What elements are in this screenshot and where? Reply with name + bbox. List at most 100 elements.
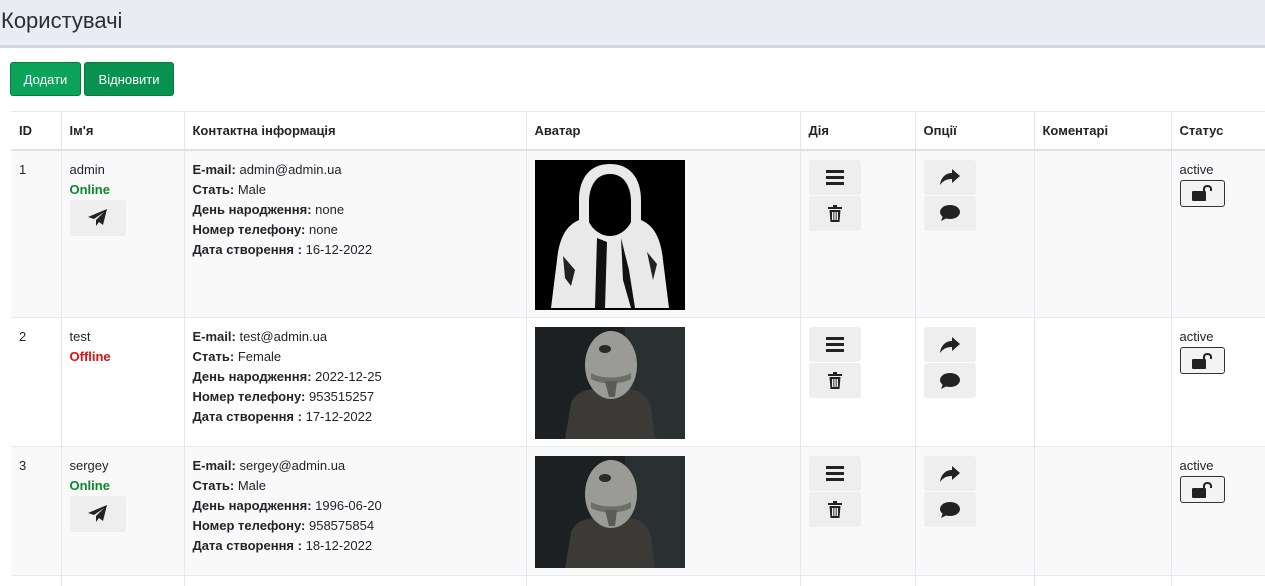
user-name: sergey [69,458,109,473]
cell-options [914,317,1034,447]
contact-created: Дата створення : 17-12-2022 [193,407,518,427]
column-header-options: Опції [914,111,1034,151]
contact-phone: Номер телефону: none [193,220,518,240]
lock-toggle-button[interactable] [1179,347,1225,374]
contact-email: E-mail: test@admin.ua [193,327,518,347]
gender-value: Male [237,181,266,197]
cell-avatar [525,149,800,318]
unlock-icon [1192,352,1212,369]
created-label: Дата створення : [192,538,302,553]
gender-label: Стать: [192,349,235,364]
comment-icon [939,205,960,221]
bars-icon [825,169,844,185]
users-table: ID Ім'я Контактна інформація Аватар Дія … [11,111,1265,586]
column-header-comments: Коментарі [1033,111,1171,151]
gender-label: Стать: [192,181,235,197]
gender-value: Female [237,349,282,364]
cell-action [799,149,915,318]
bars-icon [825,466,844,481]
user-name: admin [69,161,105,177]
column-header-action: Дія [799,111,915,151]
contact-email: E-mail: admin@admin.ua [193,160,518,180]
share-button[interactable] [923,159,976,195]
contact-created: Дата створення : 18-12-2022 [193,536,518,556]
paper-plane-icon [87,505,107,522]
column-header-status: Статус [1170,111,1265,151]
contact-birthday: День народження: none [193,200,518,220]
hooded-figure-icon [534,159,685,310]
option-buttons [923,327,1026,398]
birthday-label: День народження: [192,369,312,384]
delete-button[interactable] [808,363,861,398]
masked-figure-icon [534,456,685,568]
send-message-button[interactable] [69,496,126,532]
cell-action [799,317,915,447]
action-buttons [808,327,907,398]
created-label: Дата створення : [192,241,302,257]
send-message-button[interactable] [69,199,126,236]
comment-button[interactable] [923,195,976,231]
gender-value: Male [237,478,266,493]
comment-icon [939,501,960,518]
phone-value: 953515257 [308,389,375,404]
menu-button[interactable] [808,159,861,195]
contact-email: E-mail: sergey@admin.ua [193,456,518,476]
action-buttons [808,456,907,527]
column-header-id: ID [11,111,61,151]
option-buttons [923,159,1026,231]
cell-avatar [525,446,800,576]
page-header: Користувачі [0,0,1265,48]
cell-action [799,446,915,576]
unlock-icon [1192,185,1212,201]
phone-value: 958575854 [308,518,375,533]
contact-gender: Стать: Male [193,180,518,200]
menu-button[interactable] [808,456,861,491]
table-row: 1 admin Online E-mail: admin@admin.ua Ст… [11,149,1265,318]
paper-plane-icon [87,208,107,226]
delete-button[interactable] [808,492,861,527]
cell-id: 3 [19,458,27,473]
delete-button[interactable] [808,195,861,231]
contact-phone: Номер телефону: 958575854 [193,516,518,536]
email-label: E-mail: [192,161,236,177]
cell-name: test Offline [60,317,184,447]
phone-label: Номер телефону: [192,389,306,404]
cell-contact: E-mail: sergey@admin.ua Стать: Male День… [183,446,526,576]
add-user-button[interactable]: Додати [10,62,81,96]
table-row: 2 test Offline E-mail: test@admin.ua Ста… [11,317,1265,447]
cell-id: 2 [19,329,27,344]
cell-status: active [1170,149,1265,318]
avatar-image [534,456,685,568]
share-button[interactable] [923,456,976,491]
created-label: Дата створення : [192,409,302,424]
contact-gender: Стать: Male [193,476,518,496]
menu-button[interactable] [808,327,861,362]
birthday-value: 1996-06-20 [315,498,382,513]
restore-button[interactable]: Відновити [84,62,174,96]
account-status: active [1179,458,1214,473]
email-value: sergey@admin.ua [239,458,346,473]
avatar-image [534,327,685,439]
phone-value: none [308,221,338,237]
lock-toggle-button[interactable] [1179,476,1225,503]
cell-comments [1033,149,1171,318]
cell-status: active [1170,446,1265,576]
gender-label: Стать: [192,478,235,493]
masked-figure-icon [534,327,685,439]
created-value: 18-12-2022 [305,538,373,553]
share-button[interactable] [923,327,976,362]
unlock-icon [1192,481,1212,498]
cell-status: active [1170,317,1265,447]
trash-icon [827,501,842,518]
contact-created: Дата створення : 16-12-2022 [193,240,518,260]
comment-button[interactable] [923,363,976,398]
presence-status: Online [69,181,110,197]
cell-options [914,446,1034,576]
lock-toggle-button[interactable] [1179,179,1225,207]
phone-label: Номер телефону: [192,518,306,533]
contact-birthday: День народження: 2022-12-25 [193,367,518,387]
created-value: 16-12-2022 [305,241,373,257]
user-name: test [69,329,91,344]
comment-button[interactable] [923,492,976,527]
action-buttons [808,159,907,231]
